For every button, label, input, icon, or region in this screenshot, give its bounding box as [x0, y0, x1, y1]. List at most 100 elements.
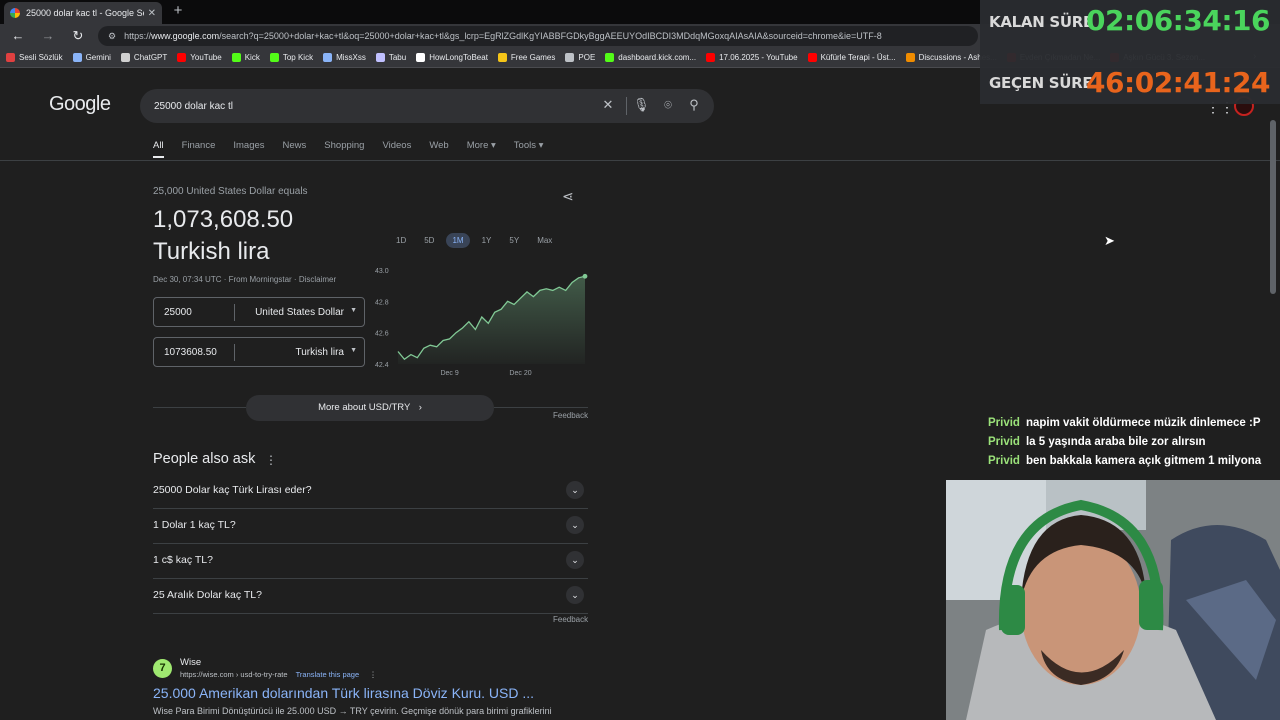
- bookmark-item[interactable]: Kick: [231, 53, 260, 62]
- folder-icon: [565, 53, 575, 62]
- paa-question[interactable]: 25 Aralık Dolar kaç TL? ⌄: [153, 579, 588, 614]
- bookmark-label: Tabu: [388, 53, 407, 62]
- paa-feedback-link[interactable]: Feedback: [553, 615, 588, 624]
- paa-question[interactable]: 1 c$ kaç TL? ⌄: [153, 544, 588, 579]
- search-icon[interactable]: ⚲: [686, 97, 702, 113]
- to-currency-field[interactable]: 1073608.50 Turkish lira ▼: [153, 337, 365, 367]
- chevron-down-icon[interactable]: ⌄: [566, 586, 584, 604]
- from-currency-field[interactable]: 25000 United States Dollar ▼: [153, 297, 365, 327]
- more-options-icon[interactable]: ⋮: [265, 453, 277, 467]
- close-tab-icon[interactable]: ✕: [148, 8, 156, 19]
- from-amount[interactable]: 25000: [164, 307, 192, 318]
- result-menu-icon[interactable]: ⋮: [369, 670, 377, 679]
- google-logo[interactable]: Google: [49, 93, 111, 116]
- site-info-icon[interactable]: ⚙: [108, 31, 116, 42]
- bookmark-label: Gemini: [85, 53, 111, 62]
- chevron-down-icon[interactable]: ▼: [350, 347, 357, 354]
- search-divider: [626, 97, 627, 115]
- from-unit-select[interactable]: United States Dollar: [255, 307, 344, 318]
- tab-filter[interactable]: More ▾: [467, 140, 496, 151]
- bookmark-item[interactable]: Sesli Sözlük: [6, 53, 63, 62]
- back-icon[interactable]: ←: [10, 28, 26, 44]
- bookmark-label: MissXss: [336, 53, 366, 62]
- kick-icon: [605, 53, 615, 62]
- bookmark-item[interactable]: Free Games: [497, 53, 555, 62]
- discussions-icon: [905, 53, 915, 62]
- bookmark-item[interactable]: Top Kick: [269, 53, 314, 62]
- hltb-icon: [416, 53, 426, 62]
- field-separator: [234, 304, 235, 321]
- bookmark-item[interactable]: Küfürle Terapi - Üst...: [807, 53, 896, 62]
- bookmark-item[interactable]: Tabu: [375, 53, 407, 62]
- chart-last-point: [582, 273, 588, 279]
- bookmark-item[interactable]: POE: [565, 53, 595, 62]
- range-button[interactable]: 1Y: [476, 233, 498, 248]
- bookmark-item[interactable]: 17.06.2025 - YouTube: [706, 53, 798, 62]
- chevron-right-icon: ›: [418, 402, 422, 413]
- converter-currency: Turkish lira: [153, 238, 270, 265]
- tab-filter[interactable]: Images: [233, 140, 264, 151]
- range-button[interactable]: 1D: [390, 233, 412, 248]
- result-site-name[interactable]: Wise: [180, 657, 201, 668]
- paa-question[interactable]: 1 Dolar 1 kaç TL? ⌄: [153, 509, 588, 544]
- webcam-feed: [946, 480, 1280, 720]
- mouse-cursor-icon: ➤: [1104, 233, 1115, 248]
- tab-google-search[interactable]: 25000 dolar kac tl - Google Search ✕: [4, 2, 162, 24]
- new-tab-button[interactable]: +: [170, 2, 186, 20]
- url-host: www.google.com: [151, 31, 220, 41]
- bookmark-item[interactable]: dashboard.kick.com...: [605, 53, 696, 62]
- youtube-icon: [177, 53, 187, 62]
- y-tick-label: 42.8: [375, 299, 389, 306]
- tab-filter[interactable]: News: [283, 140, 307, 151]
- url-prefix: https://: [124, 31, 152, 41]
- tab-filter[interactable]: All: [153, 140, 164, 151]
- scrollbar-thumb[interactable]: [1270, 120, 1276, 294]
- wise-logo-icon: 7: [153, 659, 172, 678]
- range-button[interactable]: Max: [531, 233, 558, 248]
- bookmark-item[interactable]: HowLongToBeat: [416, 53, 488, 62]
- tab-filter[interactable]: Shopping: [324, 140, 364, 151]
- range-button[interactable]: 5D: [418, 233, 440, 248]
- chevron-down-icon[interactable]: ⌄: [566, 481, 584, 499]
- tab-filter[interactable]: Tools ▾: [514, 140, 544, 151]
- address-bar[interactable]: ⚙ https://www.google.com/search?q=25000+…: [98, 26, 978, 46]
- more-about-button[interactable]: More about USD/TRY ›: [246, 395, 494, 421]
- voice-search-icon[interactable]: 🎙: [633, 97, 650, 113]
- translate-link[interactable]: Translate this page: [296, 670, 360, 679]
- bookmark-item[interactable]: YouTube: [177, 53, 222, 62]
- url-rest: /search?q=25000+dolar+kac+tl&oq=25000+do…: [219, 31, 882, 41]
- forward-icon[interactable]: →: [40, 28, 56, 44]
- chevron-down-icon[interactable]: ▼: [350, 307, 357, 314]
- field-separator: [234, 344, 235, 361]
- kick-icon: [269, 53, 279, 62]
- to-unit-select[interactable]: Turkish lira: [295, 347, 344, 358]
- tab-filter[interactable]: Web: [429, 140, 448, 151]
- search-input[interactable]: 25000 dolar kac tl: [140, 89, 714, 123]
- reload-icon[interactable]: ↻: [70, 28, 86, 44]
- chevron-down-icon[interactable]: ⌄: [566, 516, 584, 534]
- bookmark-item[interactable]: Gemini: [72, 53, 111, 62]
- paa-question[interactable]: 25000 Dolar kaç Türk Lirası eder? ⌄: [153, 474, 588, 509]
- result-title-link[interactable]: 25.000 Amerikan dolarından Türk lirasına…: [153, 685, 534, 701]
- range-button[interactable]: 5Y: [503, 233, 525, 248]
- feedback-link[interactable]: Feedback: [553, 411, 588, 420]
- result-url[interactable]: https://wise.com › usd-to-try-rate Trans…: [180, 670, 377, 679]
- bookmark-item[interactable]: ChatGPT: [120, 53, 167, 62]
- clear-icon[interactable]: ✕: [600, 97, 616, 113]
- paa-question-text: 25000 Dolar kaç Türk Lirası eder?: [153, 484, 312, 496]
- paa-question-text: 1 c$ kaç TL?: [153, 554, 213, 566]
- bookmark-label: Top Kick: [282, 53, 314, 62]
- to-amount[interactable]: 1073608.50: [164, 347, 217, 358]
- bookmark-label: Sesli Sözlük: [19, 53, 63, 62]
- tab-filter[interactable]: Finance: [182, 140, 216, 151]
- share-icon[interactable]: ⋖: [562, 188, 574, 205]
- header-divider: [0, 160, 1280, 161]
- chart-range-selector: 1D 5D 1M 1Y 5Y Max: [390, 233, 564, 248]
- active-filter-indicator: [153, 156, 164, 158]
- tab-filter[interactable]: Videos: [382, 140, 411, 151]
- sesli-sozluk-icon: [6, 53, 15, 62]
- range-button[interactable]: 1M: [446, 233, 470, 248]
- bookmark-item[interactable]: MissXss: [323, 53, 366, 62]
- chevron-down-icon[interactable]: ⌄: [566, 551, 584, 569]
- lens-icon[interactable]: ⌾: [660, 97, 676, 113]
